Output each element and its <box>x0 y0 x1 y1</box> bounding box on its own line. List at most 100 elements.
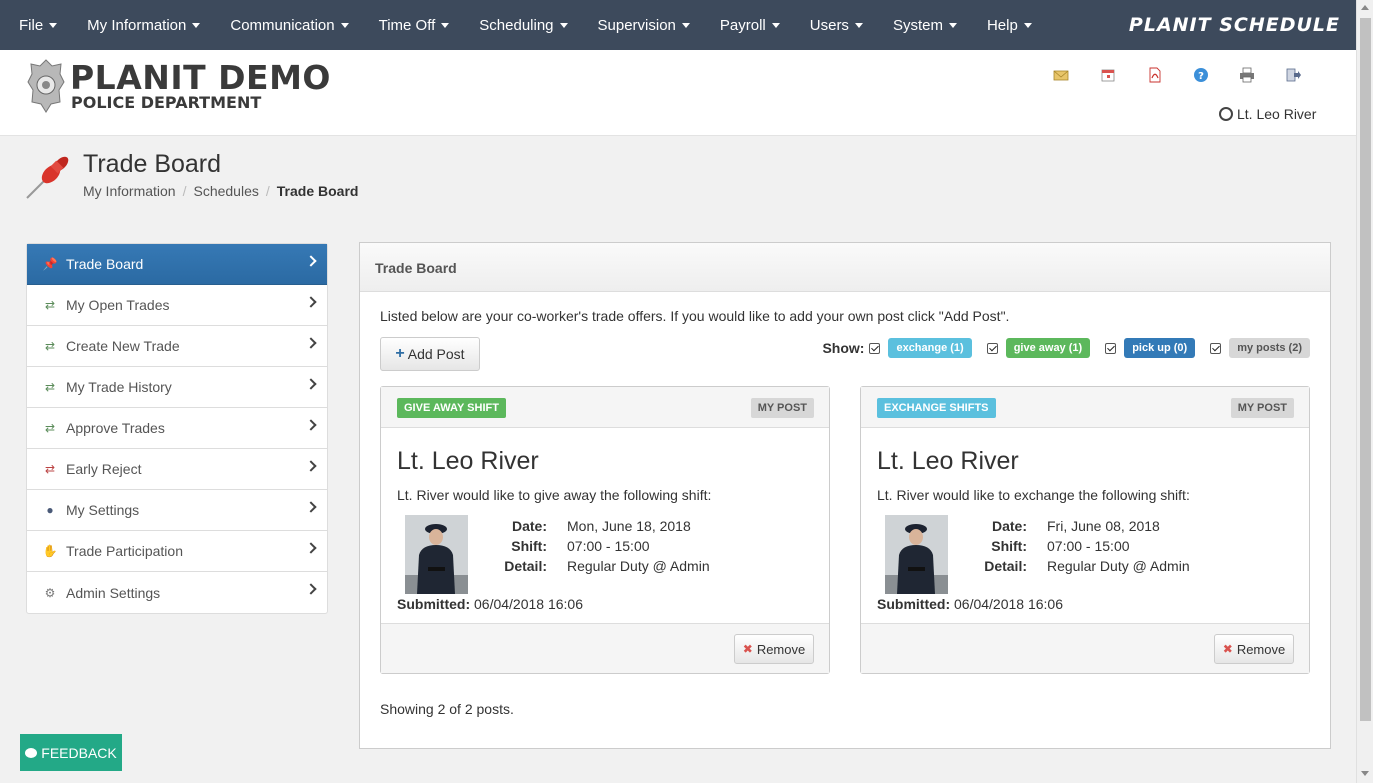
chevron-right-icon <box>305 378 317 390</box>
trade-icon: ⇄ <box>44 339 56 353</box>
nav-help[interactable]: Help <box>972 0 1047 50</box>
sidebar-item-label: Trade Board <box>66 256 144 272</box>
breadcrumb-separator: / <box>182 183 187 199</box>
nav-system[interactable]: System <box>878 0 972 50</box>
shift-value: 07:00 - 15:00 <box>1047 538 1130 554</box>
scroll-thumb[interactable] <box>1360 18 1371 721</box>
exchange-checkbox[interactable] <box>869 342 881 354</box>
shift-detail-values: Fri, June 08, 2018 07:00 - 15:00 Regular… <box>1047 516 1190 576</box>
trade-board-panel: Trade Board Listed below are your co-wor… <box>359 242 1331 749</box>
breadcrumb: My Information / Schedules / Trade Board <box>83 183 358 199</box>
poster-name: Lt. Leo River <box>397 447 539 475</box>
showing-count: Showing 2 of 2 posts. <box>380 701 514 717</box>
gear-icon: ⚙ <box>44 585 56 600</box>
remove-button[interactable]: ✖ Remove <box>1214 634 1294 664</box>
scroll-down-arrow-icon[interactable] <box>1361 771 1369 776</box>
scroll-up-arrow-icon[interactable] <box>1361 5 1369 10</box>
add-post-button[interactable]: + Add Post <box>380 337 480 371</box>
submitted-label: Submitted: <box>877 596 951 612</box>
pick-up-checkbox[interactable] <box>1105 342 1117 354</box>
user-icon: ● <box>46 503 54 517</box>
date-label: Date: <box>991 518 1027 534</box>
feedback-button[interactable]: FEEDBACK <box>20 734 122 771</box>
nav-payroll[interactable]: Payroll <box>705 0 795 50</box>
sidebar-item-approve-trades[interactable]: ⇄ Approve Trades <box>27 408 327 449</box>
detail-value: Regular Duty @ Admin <box>1047 558 1190 574</box>
print-icon[interactable] <box>1239 67 1255 83</box>
nav-label: Supervision <box>597 16 676 34</box>
my-posts-checkbox[interactable] <box>1210 342 1222 354</box>
exchange-shifts-tag: EXCHANGE SHIFTS <box>877 398 996 418</box>
filter-exchange-label[interactable]: exchange (1) <box>888 338 972 358</box>
logout-icon[interactable] <box>1285 67 1301 83</box>
nav-communication[interactable]: Communication <box>215 0 363 50</box>
calendar-icon[interactable] <box>1100 67 1116 83</box>
show-label: Show: <box>822 340 865 356</box>
panel-title: Trade Board <box>360 243 1330 292</box>
nav-file[interactable]: File <box>0 0 72 50</box>
caret-down-icon <box>681 22 690 28</box>
shift-detail-values: Mon, June 18, 2018 07:00 - 15:00 Regular… <box>567 516 710 576</box>
remove-button[interactable]: ✖ Remove <box>734 634 814 664</box>
date-value: Fri, June 08, 2018 <box>1047 518 1160 534</box>
nav-supervision[interactable]: Supervision <box>583 0 705 50</box>
chevron-right-icon <box>305 296 317 308</box>
sidebar-item-my-trade-history[interactable]: ⇄ My Trade History <box>27 367 327 408</box>
handshake-icon: ✋ <box>42 544 58 558</box>
sidebar-item-my-settings[interactable]: ● My Settings <box>27 490 327 531</box>
caret-down-icon <box>948 22 957 28</box>
shift-value: 07:00 - 15:00 <box>567 538 650 554</box>
user-name-label: Lt. Leo River <box>1237 106 1317 122</box>
plus-icon: + <box>395 345 405 362</box>
top-navbar: File My Information Communication Time O… <box>0 0 1356 50</box>
card-footer: ✖ Remove <box>861 623 1309 673</box>
remove-x-icon: ✖ <box>1222 642 1233 656</box>
filter-my-posts-label[interactable]: my posts (2) <box>1229 338 1310 358</box>
my-post-tag: MY POST <box>750 398 814 418</box>
mail-icon[interactable] <box>1053 67 1069 83</box>
sidebar-item-label: Create New Trade <box>66 338 180 354</box>
sidebar-item-admin-settings[interactable]: ⚙ Admin Settings <box>27 572 327 613</box>
user-menu[interactable]: Lt. Leo River <box>1219 106 1316 122</box>
page-title: Trade Board <box>83 150 222 178</box>
nav-time-off[interactable]: Time Off <box>364 0 465 50</box>
sidebar-item-my-open-trades[interactable]: ⇄ My Open Trades <box>27 285 327 326</box>
sidebar-item-label: My Trade History <box>66 379 172 395</box>
filter-give-away-label[interactable]: give away (1) <box>1005 338 1091 358</box>
help-icon[interactable]: ? <box>1193 67 1209 83</box>
sidebar-item-early-reject[interactable]: ⇄ Early Reject <box>27 449 327 490</box>
trade-icon: ⇄ <box>44 298 56 312</box>
detail-label: Detail: <box>504 558 547 574</box>
breadcrumb-my-information[interactable]: My Information <box>83 183 176 199</box>
nav-scheduling[interactable]: Scheduling <box>464 0 582 50</box>
org-subtitle: POLICE DEPARTMENT <box>71 93 262 112</box>
pdf-icon[interactable] <box>1147 67 1163 83</box>
caret-down-icon <box>192 22 201 28</box>
nav-users[interactable]: Users <box>795 0 878 50</box>
sidebar-item-trade-participation[interactable]: ✋ Trade Participation <box>27 531 327 572</box>
filter-bar: Show: exchange (1) give away (1) pick up… <box>822 338 1310 358</box>
chevron-right-icon <box>305 501 317 513</box>
card-header: GIVE AWAY SHIFT MY POST <box>381 387 829 428</box>
shift-detail-labels: Date: Shift: Detail: <box>477 516 547 576</box>
chevron-right-icon <box>305 255 317 267</box>
add-post-label: Add Post <box>407 346 465 362</box>
brand-logo[interactable]: PLANIT SCHEDULE <box>1129 14 1340 36</box>
breadcrumb-schedules[interactable]: Schedules <box>193 183 258 199</box>
shift-detail-labels: Date: Shift: Detail: <box>957 516 1027 576</box>
give-away-checkbox[interactable] <box>986 342 998 354</box>
filter-pick-up-label[interactable]: pick up (0) <box>1124 338 1196 358</box>
intro-text: Listed below are your co-worker's trade … <box>380 308 1010 324</box>
chevron-right-icon <box>305 337 317 349</box>
remove-x-icon: ✖ <box>742 642 753 656</box>
pushpin-icon: 📌 <box>42 257 58 271</box>
submitted-value: 06/04/2018 16:06 <box>954 596 1063 612</box>
shift-label: Shift: <box>511 538 547 554</box>
remove-label: Remove <box>756 641 806 657</box>
sidebar-item-trade-board[interactable]: 📌 Trade Board <box>27 244 327 285</box>
sidebar-item-create-new-trade[interactable]: ⇄ Create New Trade <box>27 326 327 367</box>
vertical-scrollbar[interactable] <box>1356 0 1373 783</box>
nav-my-information[interactable]: My Information <box>72 0 215 50</box>
date-label: Date: <box>511 518 547 534</box>
caret-down-icon <box>559 22 568 28</box>
